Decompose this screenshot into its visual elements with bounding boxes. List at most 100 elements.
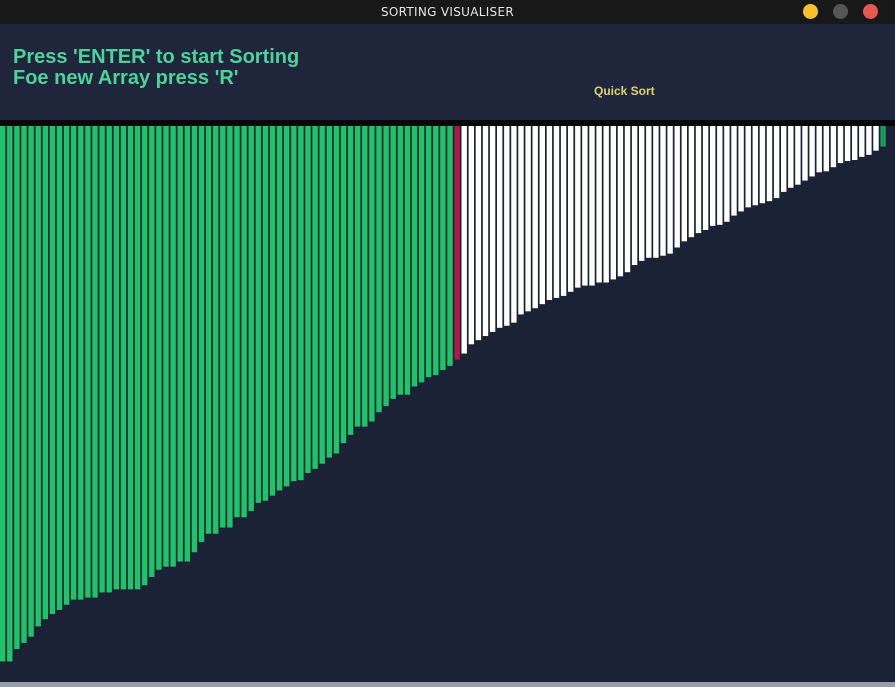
sorted-bar bbox=[142, 126, 148, 586]
title-bar[interactable]: SORTING VISUALISER bbox=[0, 0, 895, 24]
unsorted-bar bbox=[589, 126, 595, 286]
sorted-bar bbox=[426, 126, 432, 378]
sorted-bar bbox=[0, 126, 6, 662]
sorted-bar bbox=[433, 126, 439, 376]
sorted-bar bbox=[205, 126, 212, 534]
minimize-button[interactable] bbox=[803, 4, 818, 19]
sorted-bar bbox=[63, 126, 70, 605]
unsorted-bar bbox=[482, 126, 489, 337]
unsorted-bar bbox=[724, 126, 730, 222]
sorted-bar bbox=[347, 126, 354, 435]
unsorted-bar bbox=[624, 126, 631, 273]
unsorted-bar bbox=[752, 126, 758, 206]
maximize-button[interactable] bbox=[833, 4, 848, 19]
unsorted-bar bbox=[511, 126, 517, 323]
sorted-bar bbox=[156, 126, 162, 570]
sorted-bar bbox=[404, 126, 411, 395]
unsorted-bar bbox=[802, 126, 808, 181]
sorted-bar bbox=[113, 126, 119, 590]
unsorted-bar bbox=[489, 126, 496, 332]
sorted-bar bbox=[248, 126, 254, 512]
sorted-bar bbox=[42, 126, 48, 620]
sorted-bar bbox=[411, 126, 418, 387]
sorted-bar bbox=[191, 126, 198, 553]
unsorted-bar bbox=[880, 126, 886, 147]
sorted-bar bbox=[298, 126, 304, 481]
unsorted-bar bbox=[525, 126, 531, 312]
unsorted-bar bbox=[816, 126, 822, 173]
window-bottom-edge bbox=[0, 682, 895, 687]
unsorted-bar bbox=[674, 126, 680, 248]
sorted-bar bbox=[305, 126, 311, 473]
new-array-instruction: Foe new Array press 'R' bbox=[13, 67, 239, 89]
sorted-bar bbox=[291, 126, 297, 482]
sorted-bar bbox=[383, 126, 389, 407]
sorted-bar bbox=[262, 126, 269, 501]
unsorted-bar bbox=[859, 126, 865, 157]
unsorted-bar bbox=[866, 126, 872, 155]
unsorted-bar bbox=[710, 126, 716, 226]
unsorted-bar bbox=[596, 126, 602, 283]
start-instruction: Press 'ENTER' to start Sorting bbox=[13, 46, 300, 68]
unsorted-bar bbox=[504, 126, 510, 326]
unsorted-bar bbox=[695, 126, 702, 234]
sorted-bar bbox=[134, 126, 141, 590]
sorted-bar bbox=[198, 126, 205, 542]
unsorted-bar bbox=[539, 126, 545, 305]
unsorted-bar bbox=[568, 126, 574, 292]
sorted-bar bbox=[120, 126, 127, 590]
sorted-bar bbox=[241, 126, 247, 518]
unsorted-bar bbox=[745, 126, 751, 208]
unsorted-bar bbox=[773, 126, 780, 199]
unsorted-bar bbox=[667, 126, 673, 254]
unsorted-bar bbox=[873, 126, 879, 151]
sorted-bar bbox=[234, 126, 240, 518]
unsorted-bar bbox=[603, 126, 609, 283]
sorted-bar bbox=[390, 126, 396, 399]
sorted-bar bbox=[326, 126, 332, 458]
sorted-bar bbox=[369, 126, 375, 422]
unsorted-bar bbox=[852, 126, 858, 160]
sorted-bar bbox=[312, 126, 318, 469]
unsorted-bar bbox=[823, 126, 829, 172]
sorted-bar bbox=[362, 126, 368, 427]
sorted-bar bbox=[440, 126, 446, 371]
close-button[interactable] bbox=[863, 4, 878, 19]
unsorted-bar bbox=[518, 126, 524, 315]
unsorted-bar bbox=[610, 126, 616, 280]
unsorted-bar bbox=[553, 126, 560, 298]
sorted-bar bbox=[170, 126, 176, 567]
sorted-bar bbox=[71, 126, 77, 600]
unsorted-bar bbox=[575, 126, 581, 288]
sorted-bar bbox=[213, 126, 219, 534]
sorted-bar bbox=[85, 126, 91, 598]
sorted-bar bbox=[177, 126, 183, 562]
sorted-bar bbox=[333, 126, 340, 454]
unsorted-bar bbox=[660, 126, 666, 256]
sorted-bar bbox=[92, 126, 98, 598]
unsorted-bar bbox=[788, 126, 794, 188]
sorted-bar bbox=[269, 126, 276, 496]
unsorted-bar bbox=[617, 126, 624, 277]
sorted-bar bbox=[149, 126, 155, 577]
unsorted-bar bbox=[532, 126, 538, 309]
unsorted-bar bbox=[766, 126, 773, 202]
unsorted-bar bbox=[830, 126, 837, 168]
app-window: SORTING VISUALISER Press 'ENTER' to star… bbox=[0, 0, 895, 687]
unsorted-bar bbox=[738, 126, 744, 212]
unsorted-bar bbox=[475, 126, 482, 341]
unsorted-bar bbox=[681, 126, 687, 242]
bars-canvas bbox=[0, 126, 895, 682]
unsorted-bar bbox=[759, 126, 766, 204]
sorted-bar bbox=[340, 126, 347, 444]
unsorted-bar bbox=[809, 126, 815, 177]
unsorted-bar bbox=[560, 126, 567, 296]
sorted-bar bbox=[376, 126, 382, 413]
sorted-bar bbox=[220, 126, 226, 528]
bars-svg bbox=[0, 126, 886, 662]
sorted-bar bbox=[184, 126, 190, 562]
unsorted-bar bbox=[582, 126, 588, 286]
sorted-bar bbox=[276, 126, 283, 491]
window-title: SORTING VISUALISER bbox=[380, 5, 514, 19]
unsorted-bar bbox=[497, 126, 503, 328]
